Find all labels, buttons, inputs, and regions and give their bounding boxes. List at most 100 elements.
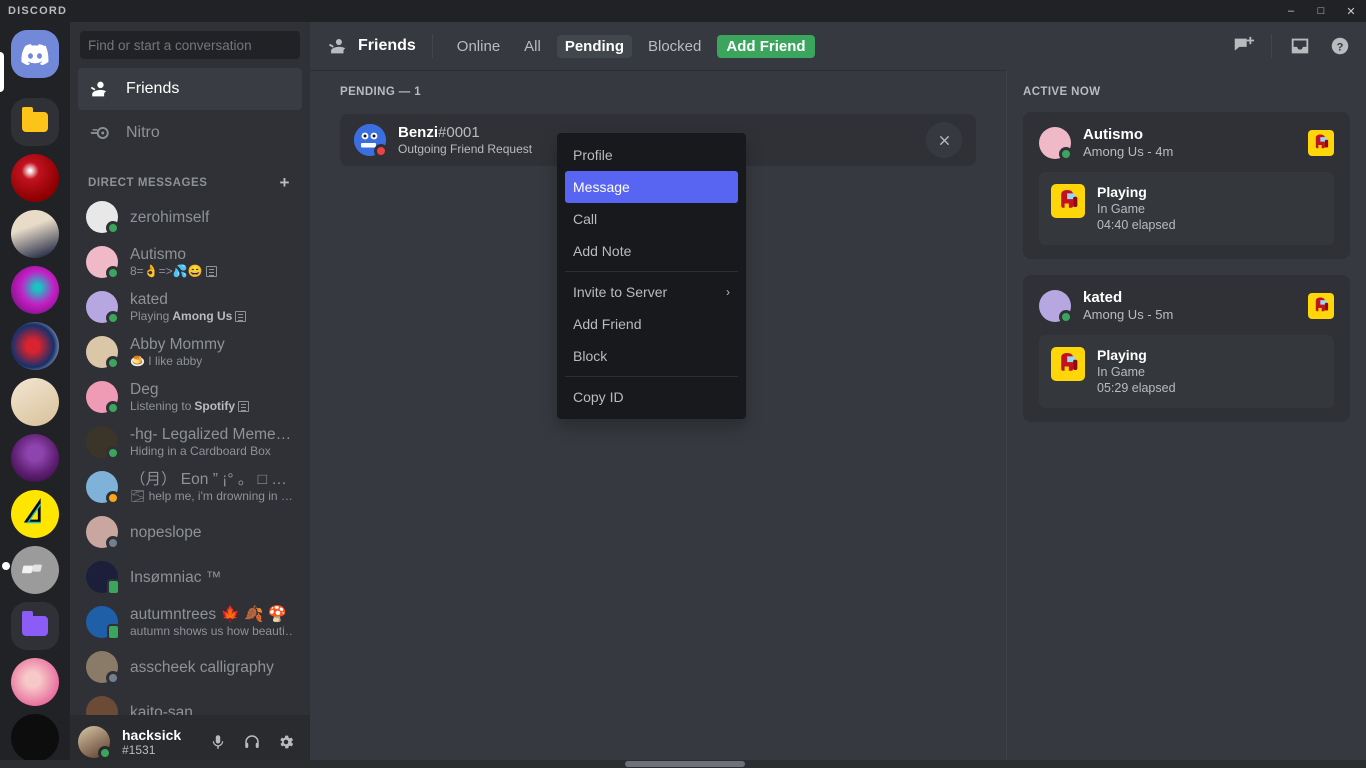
dm-list-item[interactable]: Abby Mommy 🍮 I like abby — [78, 330, 302, 374]
dm-text: zerohimself — [130, 208, 294, 227]
dm-username: asscheek calligraphy — [130, 658, 274, 676]
tab-pending[interactable]: Pending — [556, 34, 632, 58]
tab-online[interactable]: Online — [449, 35, 508, 58]
status-indicator — [106, 671, 120, 685]
context-menu-item-block[interactable]: Block — [565, 340, 738, 372]
status-indicator — [106, 266, 120, 280]
active-now-subtitle: Among Us - 4m — [1083, 144, 1174, 159]
server-icon-7[interactable] — [11, 490, 59, 538]
dm-text: （月） Eon ” ¡° 。 □ … 🌫 help me, i'm drownin… — [130, 470, 294, 504]
server-icon-1[interactable] — [11, 154, 59, 202]
friend-username: Benzi — [398, 123, 439, 141]
menu-item-label: Invite to Server — [573, 284, 668, 300]
dm-subtitle: Listening to Spotify — [130, 399, 294, 414]
horizontal-scrollbar[interactable] — [0, 760, 1366, 768]
context-menu-item-add-friend[interactable]: Add Friend — [565, 308, 738, 340]
activity-title: Playing — [1097, 184, 1147, 200]
server-folder-purple[interactable] — [11, 602, 59, 650]
context-menu-item-message[interactable]: Message — [565, 171, 738, 203]
dm-list-item[interactable]: Autismo 8=👌=>💦😄 — [78, 240, 302, 284]
toolbar-right-actions: ? — [1225, 30, 1358, 62]
menu-item-label: Block — [573, 348, 608, 364]
avatar[interactable] — [354, 124, 388, 158]
dm-text: kaito-san — [130, 703, 294, 716]
menu-separator — [565, 376, 738, 377]
window-controls: – □ ✕ — [1276, 0, 1366, 22]
server-icon-4[interactable] — [11, 322, 59, 370]
search-area: Find or start a conversation — [70, 22, 310, 68]
avatar — [86, 471, 120, 505]
context-menu-item-invite-to-server[interactable]: Invite to Server › — [565, 276, 738, 308]
search-input[interactable]: Find or start a conversation — [80, 31, 300, 59]
dm-list-item[interactable]: -hg- Legalized Meme… Hiding in a Cardboar… — [78, 420, 302, 464]
friends-icon — [88, 77, 112, 101]
folder-icon — [22, 107, 48, 132]
server-icon-8[interactable] — [11, 546, 59, 594]
current-user-tag: #1531 — [122, 742, 156, 757]
discord-wordmark: DISCORD — [8, 5, 68, 17]
dm-username: -hg- Legalized Meme… — [130, 426, 292, 443]
server-folder-yellow[interactable] — [11, 98, 59, 146]
server-icon-10[interactable] — [11, 714, 59, 762]
server-icon-2[interactable] — [11, 210, 59, 258]
dm-list-item[interactable]: zerohimself — [78, 195, 302, 239]
dm-list-item[interactable]: kaito-san — [78, 690, 302, 715]
tab-all[interactable]: All — [516, 35, 549, 58]
keycaps-icon — [22, 564, 42, 574]
inbox-icon[interactable] — [1282, 30, 1318, 62]
close-icon — [939, 135, 949, 145]
home-button[interactable] — [11, 30, 59, 78]
active-now-card[interactable]: Autismo Among Us - 4m Playing In Game 04… — [1023, 112, 1350, 259]
game-icon — [1308, 293, 1334, 319]
game-icon — [1051, 184, 1085, 218]
top-toolbar: Friends Online All Pending Blocked Add F… — [310, 22, 1366, 70]
status-indicator — [106, 446, 120, 460]
dm-list-item[interactable]: Deg Listening to Spotify — [78, 375, 302, 419]
context-menu-item-add-note[interactable]: Add Note — [565, 235, 738, 267]
dm-list-item[interactable]: asscheek calligraphy — [78, 645, 302, 689]
avatar — [86, 246, 120, 280]
microphone-icon[interactable] — [202, 726, 234, 758]
headphones-icon[interactable] — [236, 726, 268, 758]
folder-icon — [22, 611, 48, 636]
dm-list-item[interactable]: kated Playing Among Us — [78, 285, 302, 329]
context-menu-item-call[interactable]: Call — [565, 203, 738, 235]
avatar[interactable] — [1039, 290, 1073, 324]
context-menu-item-profile[interactable]: Profile — [565, 139, 738, 171]
close-button[interactable]: ✕ — [1336, 0, 1366, 22]
avatar — [86, 291, 120, 325]
status-indicator — [374, 144, 388, 158]
dm-list-item[interactable]: autumntrees 🍁 🍂 🍄 autumn shows us how bea… — [78, 600, 302, 644]
add-friend-button[interactable]: Add Friend — [717, 34, 815, 58]
tab-blocked[interactable]: Blocked — [640, 35, 709, 58]
avatar[interactable] — [1039, 127, 1073, 161]
game-icon — [1308, 130, 1334, 156]
dm-username: kaito-san — [130, 703, 193, 716]
server-icon-3[interactable] — [11, 266, 59, 314]
server-icon-5[interactable] — [11, 378, 59, 426]
avatar[interactable] — [78, 725, 112, 760]
cancel-request-button[interactable] — [926, 122, 962, 158]
dm-text: autumntrees 🍁 🍂 🍄 autumn shows us how bea… — [130, 605, 294, 639]
minimize-button[interactable]: – — [1276, 0, 1306, 22]
server-icon-6[interactable] — [11, 434, 59, 482]
active-now-username: kated — [1083, 289, 1123, 306]
context-menu-item-copy-id[interactable]: Copy ID — [565, 381, 738, 413]
create-dm-button[interactable]: + — [278, 174, 292, 191]
new-group-dm-icon[interactable] — [1225, 30, 1261, 62]
dm-list-item[interactable]: （月） Eon ” ¡° 。 □ … 🌫 help me, i'm drownin… — [78, 465, 302, 509]
dm-list-item[interactable]: nopeslope — [78, 510, 302, 554]
activity-elapsed: 05:29 elapsed — [1097, 381, 1176, 395]
help-icon[interactable]: ? — [1322, 30, 1358, 62]
scrollbar-thumb[interactable] — [625, 761, 745, 767]
sidebar-item-nitro[interactable]: Nitro — [78, 112, 302, 154]
sidebar-item-friends[interactable]: Friends — [78, 68, 302, 110]
active-now-card[interactable]: kated Among Us - 5m Playing In Game 05:2… — [1023, 275, 1350, 422]
maximize-button[interactable]: □ — [1306, 0, 1336, 22]
dm-username: Deg — [130, 381, 159, 398]
dm-list-item[interactable]: Insømniac ™ — [78, 555, 302, 599]
dm-sidebar: Find or start a conversation Friends Nit… — [70, 22, 310, 768]
dm-subtitle: autumn shows us how beauti… — [130, 624, 294, 638]
server-icon-9[interactable] — [11, 658, 59, 706]
settings-gear-icon[interactable] — [270, 726, 302, 758]
